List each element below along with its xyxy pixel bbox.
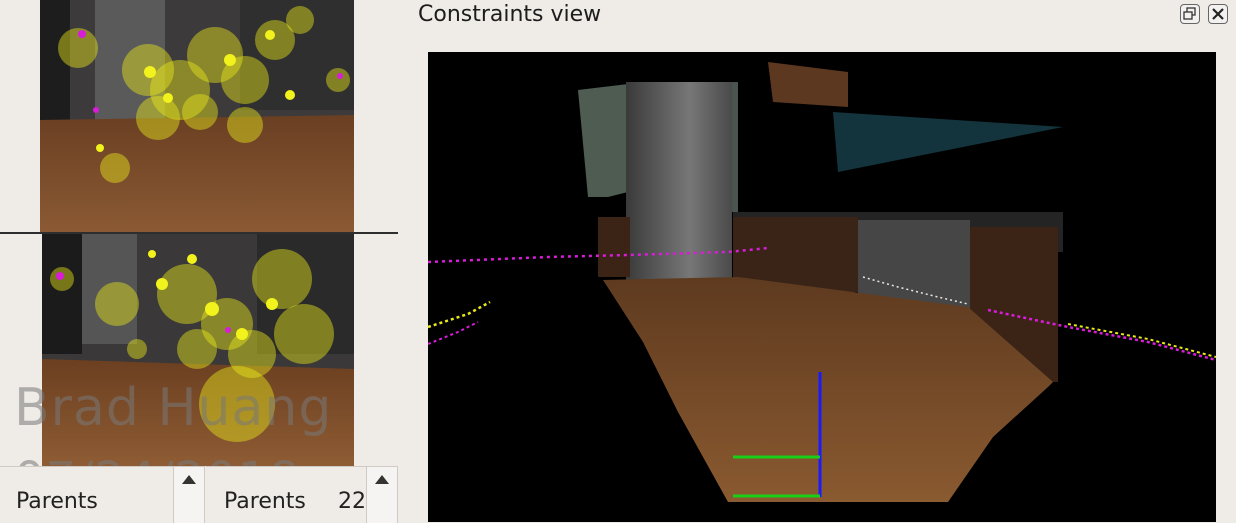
spin-up-button[interactable]	[366, 467, 398, 523]
parents-spinbox-left[interactable]: Parents	[0, 466, 205, 523]
dock-float-button[interactable]	[1180, 4, 1200, 24]
dock-title: Constraints view	[418, 2, 602, 27]
restore-icon	[1183, 7, 1196, 20]
arrow-up-icon	[375, 475, 389, 484]
parents-spinbox-right[interactable]: Parents 22	[206, 466, 398, 523]
spinbox-value: 22	[338, 489, 366, 514]
dock-close-button[interactable]	[1208, 4, 1228, 24]
top-camera-image	[40, 0, 354, 232]
close-icon	[1212, 8, 1224, 20]
constraints-3d-view[interactable]	[428, 52, 1216, 522]
spinbox-label: Parents	[16, 489, 98, 514]
spinbox-label: Parents	[224, 489, 306, 514]
spin-up-button[interactable]	[173, 467, 205, 523]
bottom-camera-image	[42, 234, 354, 466]
arrow-up-icon	[182, 475, 196, 484]
